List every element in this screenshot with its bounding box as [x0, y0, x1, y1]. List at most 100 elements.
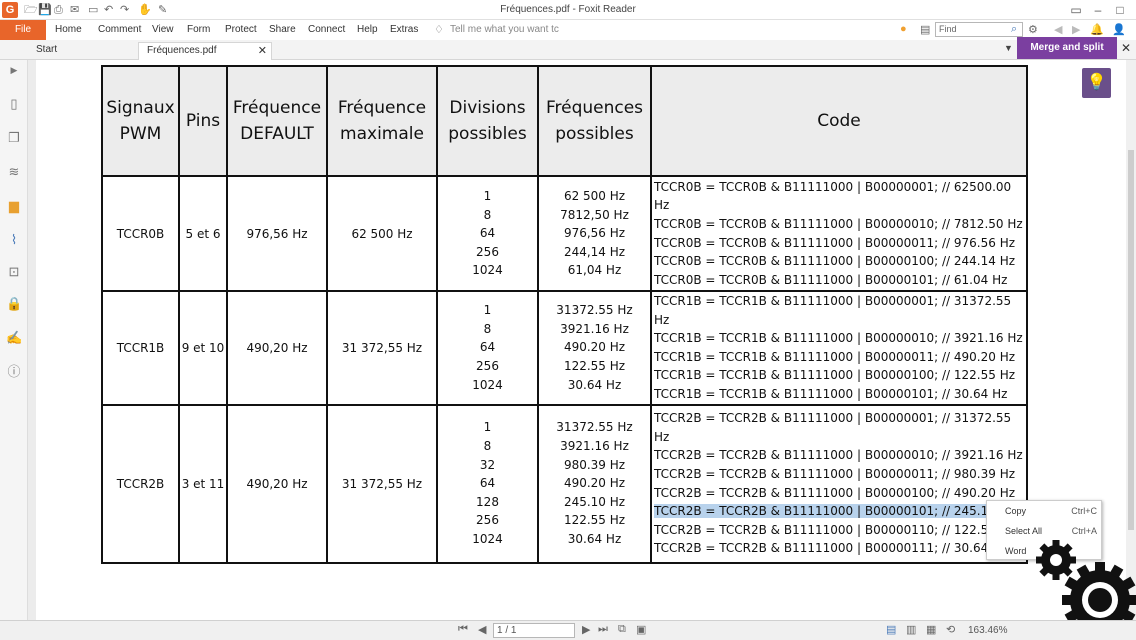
cell-freqs-line: 976,56 Hz — [563, 226, 626, 241]
bell-icon[interactable]: 🔔 — [1090, 23, 1104, 36]
cell-freqs-line: 244,14 Hz — [563, 244, 626, 259]
cell-divisions-line: 1 — [483, 303, 492, 318]
info-icon[interactable]: ⓘ — [6, 364, 22, 380]
chevron-down-icon[interactable]: ▼ — [1004, 43, 1013, 53]
tab-document[interactable]: Fréquences.pdf ✕ — [138, 42, 272, 60]
fit-page-icon[interactable]: ⧉ — [618, 623, 626, 636]
cell-code-line: TCCR2B = TCCR2B & B11111000 | B00000110;… — [654, 522, 1009, 537]
left-sidebar: ▶ ▯ ❐ ≋ ▆ ⌇ ⊡ 🔒 ✍ ⓘ — [0, 60, 28, 620]
selected-code-line[interactable]: TCCR2B = TCCR2B & B11111000 | B00000101;… — [654, 504, 996, 519]
cell-default: 490,20 Hz — [226, 403, 328, 564]
pages-icon[interactable]: ❐ — [6, 130, 22, 146]
cell-freqs-line: 30.64 Hz — [567, 377, 622, 392]
next-page-icon[interactable]: ▶ — [582, 623, 590, 636]
tab-document-label: Fréquences.pdf — [147, 45, 217, 56]
cell-freqs: 62 500 Hz 7812,50 Hz 976,56 Hz 244,14 Hz 61,… — [537, 175, 652, 292]
cell-code-line: TCCR0B = TCCR0B & B11111000 | B00000011;… — [654, 235, 1016, 250]
forward-icon[interactable]: ▶ — [1072, 23, 1080, 36]
cell-divisions-line: 64 — [479, 476, 496, 491]
zoom-level[interactable]: 163.46% — [968, 625, 1007, 636]
ribbon-menu: File Home Comment View Form Protect Shar… — [0, 20, 1136, 40]
restore-icon[interactable]: ▭ — [1066, 2, 1086, 18]
menu-extras[interactable]: Extras — [390, 24, 418, 35]
header-code: Code — [650, 65, 1028, 177]
search-icon[interactable]: ⌕ — [1011, 23, 1017, 36]
cell-freqs: 31372.55 Hz 3921.16 Hz 490.20 Hz 122.55 Hz 3… — [537, 290, 652, 406]
context-copy[interactable]: Copy Ctrl+C — [1005, 503, 1097, 519]
page-icon[interactable]: ▯ — [6, 96, 22, 112]
tab-start[interactable]: Start — [28, 42, 138, 60]
menu-comment[interactable]: Comment — [98, 24, 141, 35]
cell-freqs-line: 122.55 Hz — [563, 359, 626, 374]
menu-home[interactable]: Home — [55, 24, 82, 35]
prev-page-icon[interactable]: ◀ — [478, 623, 486, 636]
merge-split-button[interactable]: Merge and split PDFs — [1017, 37, 1117, 75]
cell-max: 31 372,55 Hz — [326, 290, 438, 406]
menu-share[interactable]: Share — [269, 24, 296, 35]
close-tab-icon[interactable]: ✕ — [258, 43, 267, 59]
cell-freqs-line: 122.55 Hz — [563, 513, 626, 528]
heart-icon[interactable]: ● — [900, 23, 907, 35]
search-options-icon[interactable]: ▤ — [920, 23, 930, 36]
menu-view[interactable]: View — [152, 24, 174, 35]
menu-connect[interactable]: Connect — [308, 24, 345, 35]
fit-width-icon[interactable]: ▣ — [636, 623, 646, 636]
cell-freqs-line: 7812,50 Hz — [560, 207, 629, 222]
cell-divisions-line: 1 — [483, 420, 492, 435]
pwm-table: Signaux PWM Pins Fréquence DEFAULT Fréqu… — [101, 65, 1028, 564]
back-icon[interactable]: ◀ — [1054, 23, 1062, 36]
first-page-icon[interactable]: ⏮ — [458, 623, 468, 636]
rotate-icon[interactable]: ⟲ — [946, 623, 955, 636]
continuous-icon[interactable]: ▥ — [906, 623, 916, 636]
cell-pins: 9 et 10 — [178, 290, 228, 406]
cell-code-line: TCCR2B = TCCR2B & B11111000 | B00000001;… — [654, 411, 1012, 444]
minimize-icon[interactable]: – — [1088, 2, 1108, 18]
cell-freqs-line: 3921.16 Hz — [560, 439, 629, 454]
menu-help[interactable]: Help — [357, 24, 378, 35]
menu-form[interactable]: Form — [187, 24, 210, 35]
cell-divisions-line: 128 — [476, 494, 499, 509]
page-number-input[interactable]: 1 / 1 — [493, 623, 575, 638]
cell-divisions-line: 8 — [483, 439, 492, 454]
cell-pins: 3 et 11 — [178, 403, 228, 564]
cell-signal: TCCR2B — [101, 403, 180, 564]
cell-code: TCCR2B = TCCR2B & B11111000 | B00000001;… — [650, 403, 1028, 564]
gear-icon[interactable]: ⚙ — [1028, 23, 1038, 36]
tip-bulb-icon[interactable]: 💡 — [1082, 68, 1111, 98]
cell-divisions: 1 8 64 256 1024 — [436, 175, 539, 292]
status-bar: ⏮ ◀ 1 / 1 ▶ ⏭ ⧉ ▣ ▤ ▥ ▦ ⟲ 163.46% — [0, 620, 1136, 640]
find-input[interactable]: Find — [935, 22, 1023, 37]
comment-icon[interactable]: ▆ — [6, 198, 22, 214]
cell-divisions-line: 256 — [476, 513, 499, 528]
menu-protect[interactable]: Protect — [225, 24, 257, 35]
user-icon[interactable]: 👤 — [1112, 23, 1126, 36]
header-pins: Pins — [178, 65, 228, 177]
cell-divisions-line: 32 — [479, 457, 496, 472]
sign-icon[interactable]: ✍ — [6, 330, 22, 346]
tell-me-box[interactable]: Tell me what you want tc — [450, 24, 559, 35]
single-page-icon[interactable]: ▤ — [886, 623, 896, 636]
certificate-icon[interactable]: ⊡ — [6, 264, 22, 280]
cell-freqs-line: 61,04 Hz — [567, 263, 622, 278]
expand-arrow-icon[interactable]: ▶ — [6, 62, 22, 78]
scrollbar-thumb[interactable] — [1128, 150, 1134, 530]
cell-code: TCCR1B = TCCR1B & B11111000 | B00000001;… — [650, 290, 1028, 406]
lock-icon[interactable]: 🔒 — [6, 296, 22, 312]
attachment-icon[interactable]: ⌇ — [6, 232, 22, 248]
close-icon[interactable]: ✕ — [1121, 41, 1131, 55]
last-page-icon[interactable]: ⏭ — [598, 623, 608, 636]
cell-divisions-line: 8 — [483, 207, 492, 222]
cell-freqs-line: 31372.55 Hz — [556, 420, 633, 435]
cell-code-line: TCCR0B = TCCR0B & B11111000 | B00000001;… — [654, 179, 1012, 213]
layers-icon[interactable]: ≋ — [6, 164, 22, 180]
maximize-icon[interactable]: □ — [1110, 2, 1130, 18]
cell-divisions-line: 1024 — [472, 532, 503, 547]
facing-icon[interactable]: ▦ — [926, 623, 936, 636]
header-divisions: Divisions possibles — [436, 65, 539, 177]
file-menu[interactable]: File — [0, 20, 46, 40]
cell-divisions: 1 8 64 256 1024 — [436, 290, 539, 406]
cell-default: 490,20 Hz — [226, 290, 328, 406]
cell-default: 976,56 Hz — [226, 175, 328, 292]
cell-divisions-line: 1024 — [472, 263, 503, 278]
cell-pins: 5 et 6 — [178, 175, 228, 292]
